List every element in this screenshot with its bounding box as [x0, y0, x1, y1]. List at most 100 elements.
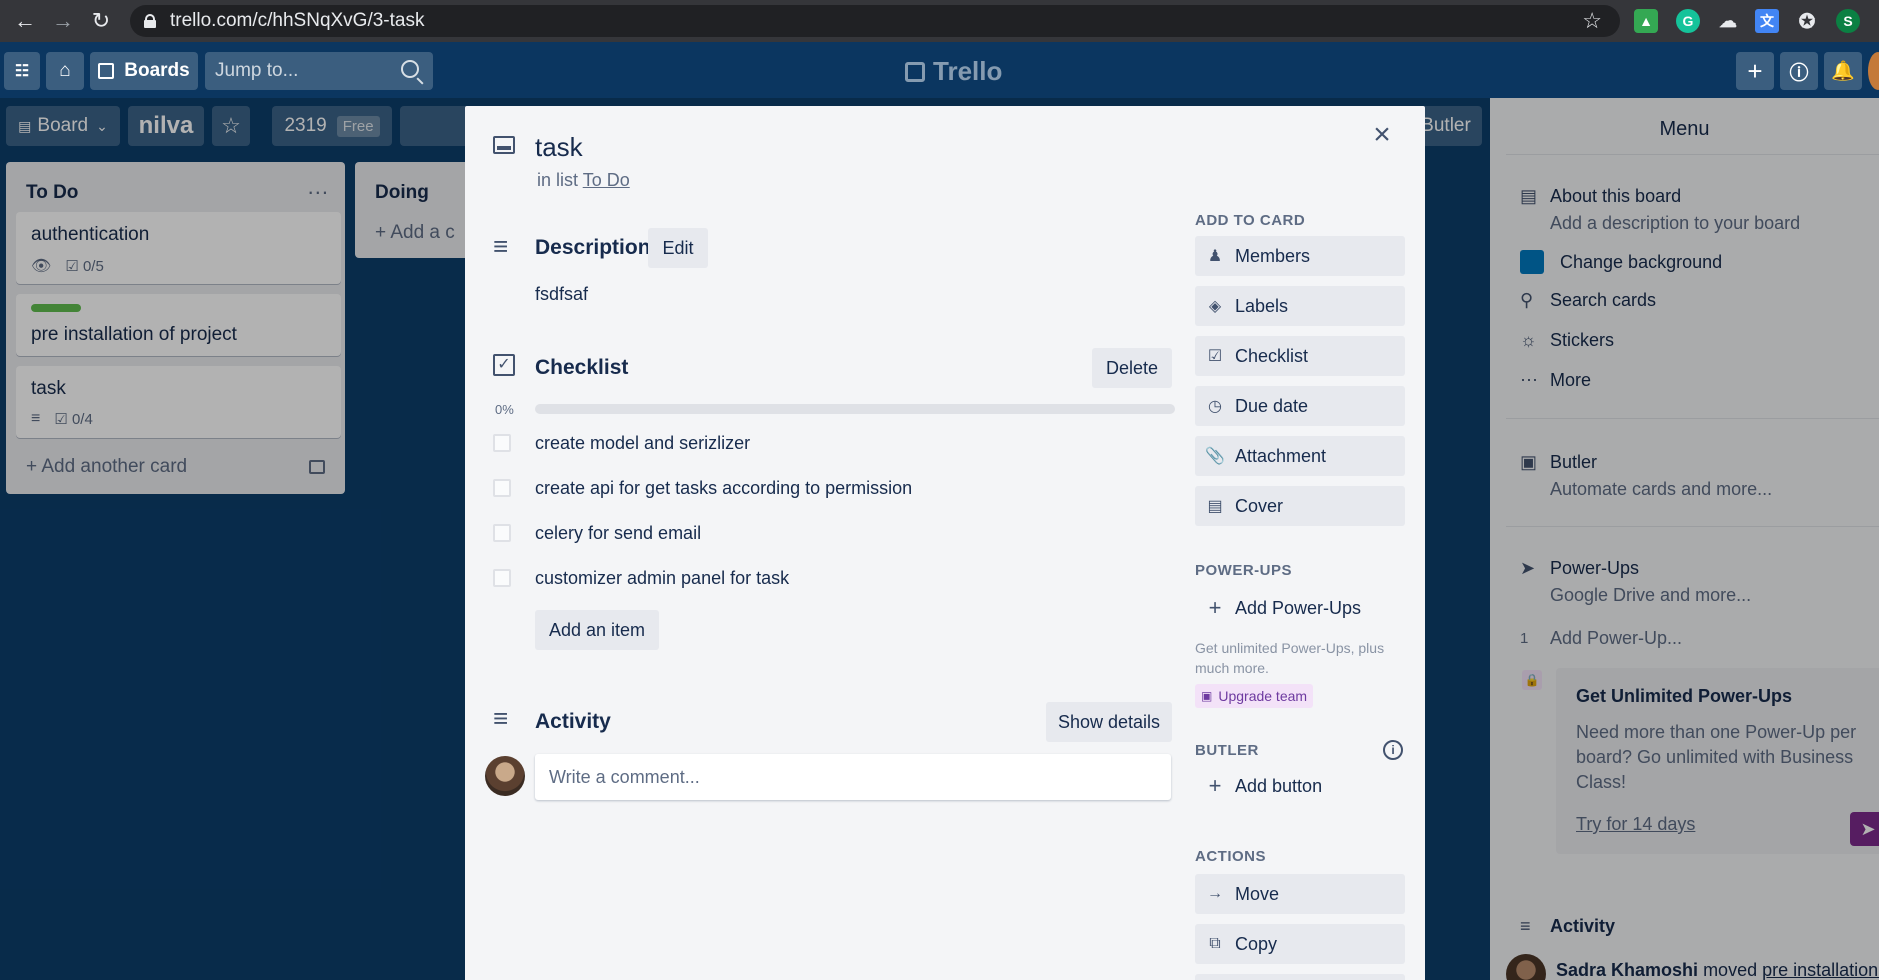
add-button-button[interactable]: + Add button [1195, 766, 1405, 806]
checklist-button[interactable]: ☑ Checklist [1195, 336, 1405, 376]
labels-label: Labels [1235, 295, 1289, 316]
home-button[interactable]: ⌂ [46, 52, 84, 90]
checklist-item[interactable]: celery for send email [493, 518, 1173, 548]
copy-button[interactable]: ⧉ Copy [1195, 924, 1405, 964]
address-bar[interactable]: trello.com/c/hhSNqXvG/3-task ☆ [130, 5, 1620, 37]
checklist-heading[interactable]: Checklist [535, 356, 628, 380]
actions-heading: ACTIONS [1195, 848, 1266, 865]
url-text: trello.com/c/hhSNqXvG/3-task [170, 10, 425, 31]
browser-toolbar: ← → ↻ trello.com/c/hhSNqXvG/3-task ☆ ▲ G… [0, 0, 1879, 42]
checklist-item[interactable]: create model and serizlizer [493, 428, 1173, 458]
activity-heading: Activity [535, 710, 611, 733]
butler-info-icon[interactable]: i [1383, 740, 1403, 760]
due-date-button[interactable]: ◷ Due date [1195, 386, 1405, 426]
copy-label: Copy [1235, 933, 1278, 954]
cover-label: Cover [1235, 495, 1284, 516]
description-heading: Description [535, 236, 651, 259]
search-icon [401, 60, 419, 78]
checklist-item-text[interactable]: create api for get tasks according to pe… [535, 478, 912, 499]
checklist-progress-label: 0% [495, 402, 514, 417]
jump-to-placeholder: Jump to... [215, 60, 299, 81]
powerups-note: Get unlimited Power-Ups, plus much more. [1195, 640, 1385, 676]
boards-label: Boards [124, 60, 190, 81]
checklist-progress-bar [535, 404, 1175, 414]
butler-heading: BUTLER [1195, 742, 1259, 759]
description-text[interactable]: fsdfsaf [535, 284, 588, 305]
card-title[interactable]: task [535, 132, 583, 163]
checkbox[interactable] [493, 479, 511, 497]
next-action-button[interactable] [1195, 974, 1405, 980]
bookmark-star-icon[interactable]: ☆ [1582, 8, 1602, 34]
card-detail-modal: task in list To Do × ≡ Description Edit … [465, 106, 1425, 980]
profile-avatar[interactable]: S [1836, 9, 1860, 33]
plus-icon: + [1208, 595, 1222, 620]
members-button[interactable]: ♟ Members [1195, 236, 1405, 276]
forward-icon[interactable]: → [46, 4, 80, 38]
checkbox[interactable] [493, 434, 511, 452]
checklist-item-text[interactable]: customizer admin panel for task [535, 568, 789, 589]
trello-logo-icon [905, 61, 925, 82]
back-icon[interactable]: ← [8, 4, 42, 38]
trello-header: ☷ ⌂ Boards Jump to... Trello + ⓘ 🔔 [0, 42, 1879, 98]
checkbox[interactable] [493, 524, 511, 542]
activity-icon: ≡ [493, 703, 509, 733]
checklist-icon: ☑ [1207, 348, 1223, 365]
arrow-right-icon: → [1207, 885, 1223, 902]
upgrade-team-label: Upgrade team [1218, 688, 1308, 704]
checkbox[interactable] [493, 569, 511, 587]
boards-button[interactable]: Boards [90, 52, 198, 90]
boards-icon [98, 63, 115, 79]
list-link[interactable]: To Do [583, 170, 630, 190]
label-tag-icon: ◈ [1208, 298, 1222, 315]
due-date-label: Due date [1235, 395, 1309, 416]
powerups-heading: POWER-UPS [1195, 562, 1293, 579]
jump-to-search[interactable]: Jump to... [205, 52, 433, 90]
description-icon: ≡ [493, 231, 509, 261]
extension-grammarly-icon[interactable]: G [1676, 9, 1700, 33]
show-details-button[interactable]: Show details [1046, 702, 1172, 742]
paperclip-icon: 📎 [1205, 448, 1225, 465]
attachment-button[interactable]: 📎 Attachment [1195, 436, 1405, 476]
edit-description-button[interactable]: Edit [648, 228, 708, 268]
card-icon [493, 136, 515, 154]
extension-translate-icon[interactable]: 文 [1755, 9, 1779, 33]
add-powerups-button[interactable]: + Add Power-Ups [1195, 588, 1405, 628]
member-avatar[interactable] [1868, 52, 1879, 90]
checklist-label: Checklist [1235, 345, 1309, 366]
move-label: Move [1235, 883, 1280, 904]
info-icon[interactable]: ⓘ [1780, 52, 1818, 90]
briefcase-icon: ▣ [1201, 689, 1213, 703]
move-button[interactable]: → Move [1195, 874, 1405, 914]
add-button-label: Add button [1235, 775, 1323, 796]
notifications-bell-icon[interactable]: 🔔 [1824, 52, 1862, 90]
checklist-item[interactable]: create api for get tasks according to pe… [493, 473, 1173, 503]
user-avatar[interactable] [485, 756, 525, 796]
trello-logo[interactable]: Trello [905, 56, 1002, 87]
extensions-puzzle-icon[interactable]: ✪ [1795, 9, 1819, 33]
extension-cloud-icon[interactable]: ☁ [1716, 9, 1740, 33]
create-button[interactable]: + [1736, 52, 1774, 90]
upgrade-team-button[interactable]: ▣ Upgrade team [1195, 684, 1314, 708]
cover-button[interactable]: ▤ Cover [1195, 486, 1405, 526]
comment-input[interactable]: Write a comment... [535, 754, 1171, 800]
copy-icon: ⧉ [1209, 935, 1221, 952]
plus-icon: + [1208, 773, 1222, 798]
card-list-info: in list To Do [537, 170, 630, 191]
checklist-item[interactable]: customizer admin panel for task [493, 563, 1173, 593]
add-powerups-label: Add Power-Ups [1235, 597, 1362, 618]
trello-logo-text: Trello [933, 56, 1003, 86]
member-icon: ♟ [1207, 248, 1223, 265]
extension-drive-icon[interactable]: ▲ [1634, 9, 1658, 33]
close-icon[interactable]: × [1367, 120, 1397, 150]
apps-grid-icon[interactable]: ☷ [4, 52, 40, 90]
reload-icon[interactable]: ↻ [84, 4, 118, 38]
lock-icon [144, 14, 156, 28]
checklist-item-text[interactable]: celery for send email [535, 523, 701, 544]
checklist-icon: ✓ [493, 354, 515, 376]
add-to-card-heading: ADD TO CARD [1195, 212, 1306, 229]
add-item-button[interactable]: Add an item [535, 610, 659, 650]
labels-button[interactable]: ◈ Labels [1195, 286, 1405, 326]
delete-checklist-button[interactable]: Delete [1092, 348, 1172, 388]
checklist-item-text[interactable]: create model and serizlizer [535, 433, 750, 454]
attachment-label: Attachment [1235, 445, 1327, 466]
